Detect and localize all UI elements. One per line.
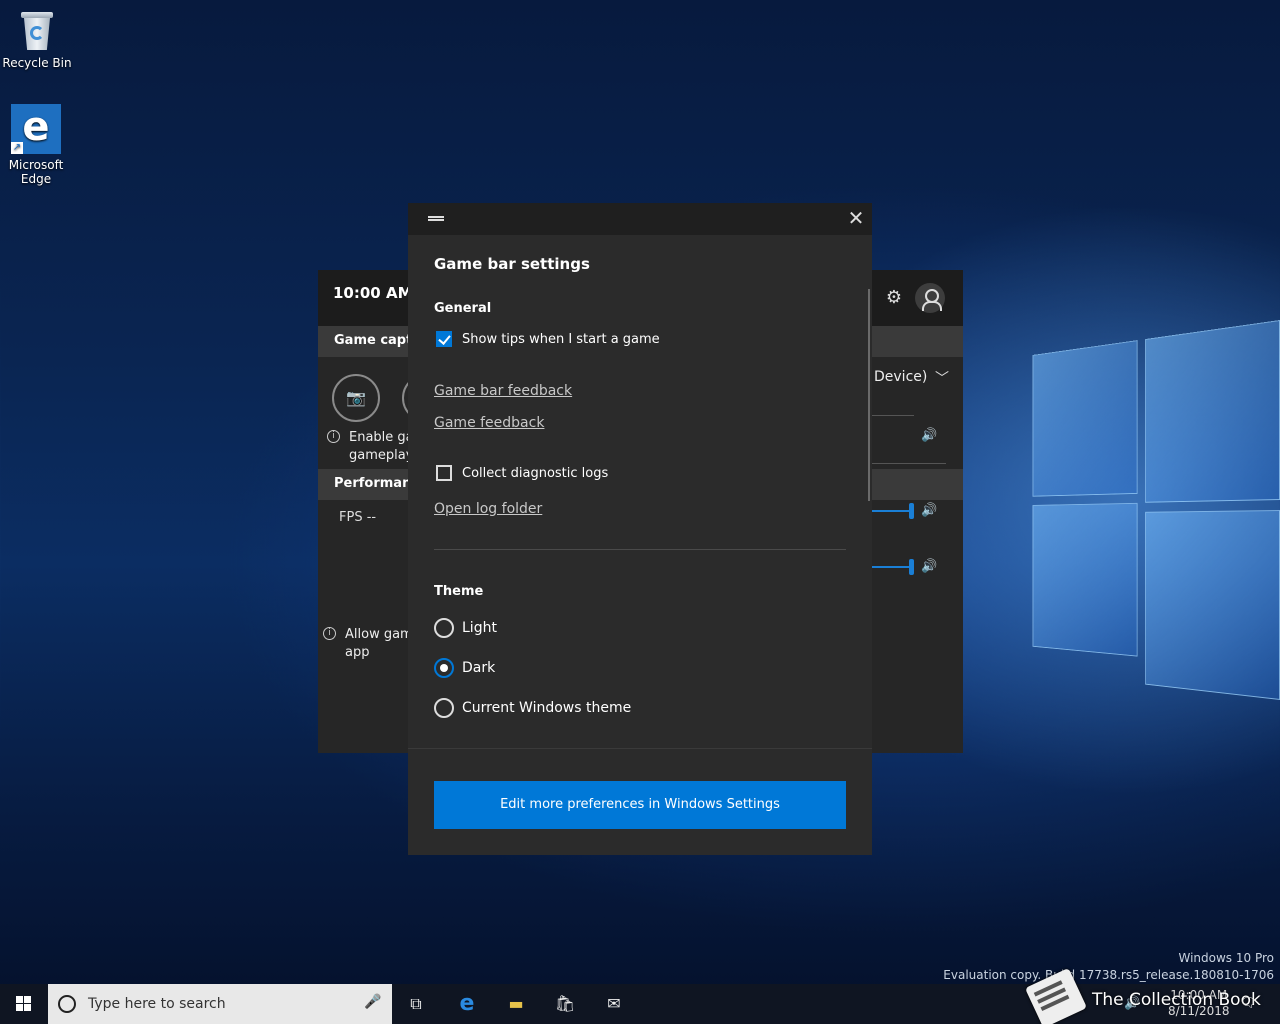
windows-logo-wallpaper xyxy=(1032,320,1280,740)
brand-watermark: The Collection Book xyxy=(1092,990,1261,1010)
dialog-title: Game bar settings xyxy=(434,255,590,273)
fps-readout: FPS -- xyxy=(339,510,377,525)
general-section-label: General xyxy=(434,301,492,316)
search-box[interactable]: Type here to search 🎤 xyxy=(48,984,392,1024)
game-bar-feedback-link[interactable]: Game bar feedback xyxy=(434,383,572,399)
game-bar-settings-dialog: ✕ Game bar settings General Show tips wh… xyxy=(408,203,872,855)
enable-gameplay-info: i Enable ga gameplay xyxy=(327,429,414,465)
volume-icon[interactable]: 🔊 xyxy=(921,559,937,574)
enable-text-line2: gameplay xyxy=(349,448,414,463)
game-bar-clock: 10:00 AM xyxy=(333,284,413,302)
edge-taskbar-icon[interactable]: e xyxy=(453,990,481,1018)
microsoft-edge-label: Microsoft Edge xyxy=(8,158,64,186)
allow-game-info: i Allow gam app xyxy=(323,626,413,662)
task-view-icon[interactable]: ⧉ xyxy=(402,990,430,1018)
footer-divider xyxy=(408,748,872,749)
volume-icon[interactable]: 🔊 xyxy=(921,428,937,443)
gear-icon[interactable]: ⚙ xyxy=(884,288,904,308)
close-icon[interactable]: ✕ xyxy=(845,207,867,229)
divider xyxy=(872,463,946,464)
theme-light-label[interactable]: Light xyxy=(462,620,497,636)
theme-windows-label[interactable]: Current Windows theme xyxy=(462,700,631,716)
volume-slider[interactable] xyxy=(872,510,912,512)
allow-text-line1: Allow gam xyxy=(345,627,413,642)
camera-icon[interactable]: 📷 xyxy=(332,374,380,422)
start-button[interactable] xyxy=(0,984,48,1024)
collect-logs-checkbox[interactable] xyxy=(436,465,452,481)
microphone-icon[interactable]: 🎤 xyxy=(364,994,381,1014)
volume-slider-thumb[interactable] xyxy=(909,503,914,519)
section-divider xyxy=(434,549,846,550)
microsoft-edge-desktop-icon[interactable]: e ↗ Microsoft Edge xyxy=(0,104,72,186)
audio-device-label[interactable]: Device) xyxy=(874,369,927,385)
game-feedback-link[interactable]: Game feedback xyxy=(434,415,544,431)
chevron-down-icon[interactable]: ﹀ xyxy=(935,368,949,388)
volume-slider[interactable] xyxy=(872,566,912,568)
enable-text-line1: Enable ga xyxy=(349,430,414,445)
recycle-bin-label: Recycle Bin xyxy=(2,56,72,70)
action-center-icon[interactable]: 🗨 xyxy=(1240,996,1257,1011)
divider xyxy=(872,415,914,416)
theme-dark-radio[interactable] xyxy=(434,658,454,678)
collect-logs-label[interactable]: Collect diagnostic logs xyxy=(462,466,608,481)
info-icon: i xyxy=(323,627,336,640)
show-tips-checkbox[interactable] xyxy=(436,331,452,347)
volume-icon[interactable]: 🔊 xyxy=(921,503,937,518)
file-explorer-icon[interactable]: ▬ xyxy=(502,990,530,1018)
store-icon[interactable]: 🛍 xyxy=(551,990,579,1018)
volume-slider-thumb[interactable] xyxy=(909,559,914,575)
theme-windows-radio[interactable] xyxy=(434,698,454,718)
show-tips-label[interactable]: Show tips when I start a game xyxy=(462,332,660,347)
info-icon: i xyxy=(327,430,340,443)
theme-section-label: Theme xyxy=(434,584,484,599)
theme-dark-label[interactable]: Dark xyxy=(462,660,495,676)
edit-preferences-button[interactable]: Edit more preferences in Windows Setting… xyxy=(434,781,846,829)
cortana-icon xyxy=(58,995,76,1013)
allow-text-line2: app xyxy=(345,645,370,660)
recycle-bin-desktop-icon[interactable]: Recycle Bin xyxy=(1,8,73,70)
edge-icon: e ↗ xyxy=(11,104,61,154)
open-log-folder-link[interactable]: Open log folder xyxy=(434,501,542,517)
scrollbar[interactable] xyxy=(868,289,870,501)
recycle-bin-icon xyxy=(19,8,55,52)
build-watermark: Evaluation copy. Build 17738.rs5_release… xyxy=(943,968,1274,982)
search-placeholder: Type here to search xyxy=(88,996,226,1012)
minimize-icon[interactable] xyxy=(428,216,444,221)
theme-light-radio[interactable] xyxy=(434,618,454,638)
taskbar: Type here to search 🎤 ⧉ e ▬ 🛍 ✉ 🔊 10:00 … xyxy=(0,967,1280,1024)
windows-icon xyxy=(16,996,23,1003)
mail-icon[interactable]: ✉ xyxy=(600,990,628,1018)
avatar[interactable] xyxy=(915,283,945,313)
edition-watermark: Windows 10 Pro xyxy=(1178,951,1274,965)
dialog-titlebar[interactable]: ✕ xyxy=(408,203,872,235)
